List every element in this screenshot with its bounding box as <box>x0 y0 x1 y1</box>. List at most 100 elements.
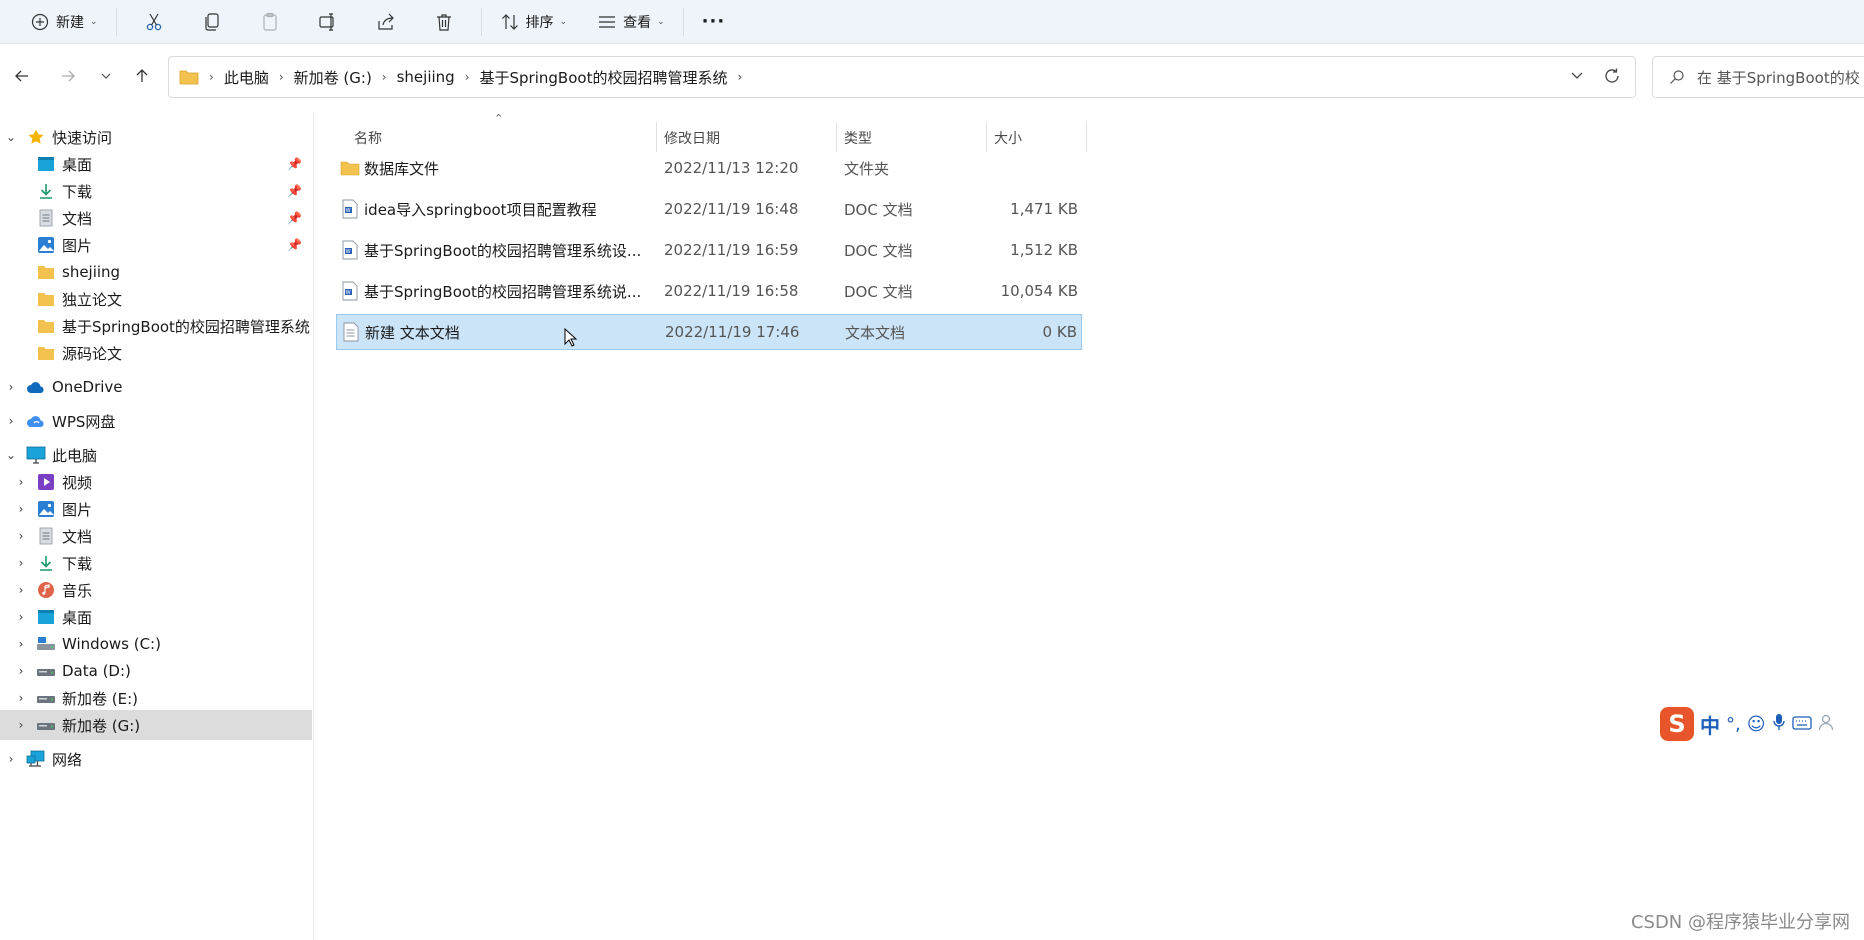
sidebar-item-springboot-folder[interactable]: 基于SpringBoot的校园招聘管理系统 <box>0 311 312 341</box>
toolbar-divider <box>115 7 117 36</box>
copy-button[interactable] <box>183 6 241 38</box>
view-button-label: 查看 <box>623 14 652 31</box>
txt-icon <box>341 322 361 342</box>
column-divider[interactable] <box>656 122 657 152</box>
svg-text:W: W <box>346 290 351 296</box>
emoji-icon[interactable]: ☺ <box>1747 714 1766 735</box>
chevron-down-icon[interactable]: ⌄ <box>4 448 18 462</box>
sidebar-item-independent-thesis[interactable]: 独立论文 <box>0 284 312 314</box>
sidebar-item-pc-documents[interactable]: › 文档 <box>0 521 312 551</box>
sidebar-item-quick-access[interactable]: ⌄ 快速访问 <box>0 122 312 152</box>
chevron-right-icon[interactable]: › <box>4 752 18 766</box>
refresh-button[interactable] <box>1603 67 1621 89</box>
rename-button[interactable] <box>299 6 357 38</box>
sidebar-item-label: 基于SpringBoot的校园招聘管理系统 <box>62 317 310 336</box>
breadcrumb-this-pc[interactable]: 此电脑 <box>224 67 269 88</box>
file-list-pane: ⌃ 名称 修改日期 类型 大小 数据库文件 2022/11/13 12:20 文… <box>314 112 1864 940</box>
sidebar-item-documents[interactable]: 文档 📌 <box>0 203 312 233</box>
file-row-new-text-document[interactable]: 新建 文本文档 2022/11/19 17:46 文本文档 0 KB <box>336 314 1082 350</box>
new-button[interactable]: 新建 ⌄ <box>20 6 108 38</box>
sidebar-item-wps[interactable]: › WPS网盘 <box>0 406 312 436</box>
sort-ascending-icon: ⌃ <box>494 112 504 125</box>
more-options-button[interactable]: ··· <box>692 6 736 38</box>
sidebar-item-drive-d[interactable]: › Data (D:) <box>0 656 312 686</box>
sidebar-item-pc-pictures[interactable]: › 图片 <box>0 494 312 524</box>
user-settings-icon[interactable] <box>1818 713 1836 736</box>
ime-mode-toggle[interactable]: 中 <box>1700 710 1720 739</box>
sidebar-item-label: 图片 <box>62 500 93 519</box>
file-row-idea-tutorial[interactable]: W idea导入springboot项目配置教程 2022/11/19 16:4… <box>336 191 1082 227</box>
chevron-right-icon[interactable]: › <box>14 583 28 597</box>
chevron-right-icon[interactable]: › <box>14 556 28 570</box>
folder-icon <box>340 158 360 178</box>
file-type: 文件夹 <box>844 159 890 178</box>
search-input[interactable]: 在 基于SpringBoot的校 <box>1652 56 1864 98</box>
address-bar[interactable]: › 此电脑 › 新加卷 (G:) › shejiing › 基于SpringBo… <box>168 56 1636 98</box>
sidebar-item-pictures[interactable]: 图片 📌 <box>0 230 312 260</box>
delete-button[interactable] <box>415 6 473 38</box>
forward-button[interactable] <box>54 62 82 90</box>
chevron-right-icon[interactable]: › <box>4 380 18 394</box>
sidebar-item-label: 桌面 <box>62 608 93 627</box>
chevron-right-icon[interactable]: › <box>14 718 28 732</box>
more-icon: ··· <box>701 11 726 32</box>
breadcrumb-current-folder[interactable]: 基于SpringBoot的校园招聘管理系统 <box>480 67 728 88</box>
chevron-right-icon[interactable]: › <box>14 637 28 651</box>
sidebar-item-network[interactable]: › 网络 <box>0 744 312 774</box>
sogou-logo-icon[interactable]: S <box>1660 707 1694 741</box>
sidebar-item-pc-desktop[interactable]: › 桌面 <box>0 602 312 632</box>
ime-punctuation-toggle[interactable]: °, <box>1726 714 1741 735</box>
sidebar-item-label: 网络 <box>52 750 83 769</box>
microphone-icon[interactable] <box>1772 713 1786 736</box>
drive-icon <box>36 661 56 681</box>
column-divider[interactable] <box>986 122 987 152</box>
sidebar-item-label: 下载 <box>62 554 93 573</box>
pin-icon: 📌 <box>287 238 302 252</box>
column-divider[interactable] <box>836 122 837 152</box>
sidebar-item-pc-downloads[interactable]: › 下载 <box>0 548 312 578</box>
sidebar-item-music[interactable]: › 音乐 <box>0 575 312 605</box>
sidebar-item-desktop[interactable]: 桌面 📌 <box>0 149 312 179</box>
chevron-right-icon[interactable]: › <box>14 529 28 543</box>
chevron-right-icon[interactable]: › <box>14 664 28 678</box>
address-history-dropdown[interactable] <box>1569 67 1585 87</box>
paste-button[interactable] <box>241 6 299 38</box>
sidebar-item-source-thesis[interactable]: 源码论文 <box>0 338 312 368</box>
sidebar-item-drive-c[interactable]: › Windows (C:) <box>0 629 312 659</box>
sidebar-item-this-pc[interactable]: ⌄ 此电脑 <box>0 440 312 470</box>
sidebar-item-label: 独立论文 <box>62 290 123 309</box>
picture-icon <box>36 235 56 255</box>
sidebar-item-drive-g[interactable]: › 新加卷 (G:) <box>0 710 312 740</box>
file-row-manual-doc[interactable]: W 基于SpringBoot的校园招聘管理系统说... 2022/11/19 1… <box>336 273 1082 309</box>
column-divider[interactable] <box>1086 122 1087 152</box>
breadcrumb-shejiing[interactable]: shejiing <box>397 68 455 86</box>
chevron-right-icon[interactable]: › <box>4 414 18 428</box>
folder-icon <box>36 262 56 282</box>
sidebar-item-downloads[interactable]: 下载 📌 <box>0 176 312 206</box>
watermark-text: CSDN @程序猿毕业分享网 <box>1630 912 1850 933</box>
sidebar-item-shejiing[interactable]: shejiing <box>0 257 312 287</box>
sidebar-item-videos[interactable]: › 视频 <box>0 467 312 497</box>
sort-button[interactable]: 排序 ⌄ <box>490 6 578 38</box>
chevron-down-icon[interactable]: ⌄ <box>4 130 18 144</box>
svg-text:W: W <box>346 249 351 255</box>
sidebar-item-onedrive[interactable]: › OneDrive <box>0 372 312 402</box>
ime-toolbar[interactable]: S 中 °, ☺ <box>1660 706 1864 742</box>
chevron-right-icon[interactable]: › <box>14 691 28 705</box>
pin-icon: 📌 <box>287 157 302 171</box>
share-button[interactable] <box>357 6 415 38</box>
keyboard-icon[interactable] <box>1791 714 1812 735</box>
file-row-database-folder[interactable]: 数据库文件 2022/11/13 12:20 文件夹 <box>336 150 1082 186</box>
chevron-right-icon[interactable]: › <box>14 610 28 624</box>
breadcrumb-drive-g[interactable]: 新加卷 (G:) <box>294 67 372 88</box>
chevron-right-icon[interactable]: › <box>14 502 28 516</box>
cut-button[interactable] <box>125 6 183 38</box>
back-button[interactable] <box>8 62 36 90</box>
view-button[interactable]: 查看 ⌄ <box>587 6 675 38</box>
up-button[interactable] <box>128 62 156 90</box>
trash-icon <box>436 13 451 31</box>
sidebar-item-drive-e[interactable]: › 新加卷 (E:) <box>0 683 312 713</box>
chevron-right-icon[interactable]: › <box>14 475 28 489</box>
recent-locations-button[interactable] <box>92 62 120 90</box>
file-row-design-doc[interactable]: W 基于SpringBoot的校园招聘管理系统设... 2022/11/19 1… <box>336 232 1082 268</box>
